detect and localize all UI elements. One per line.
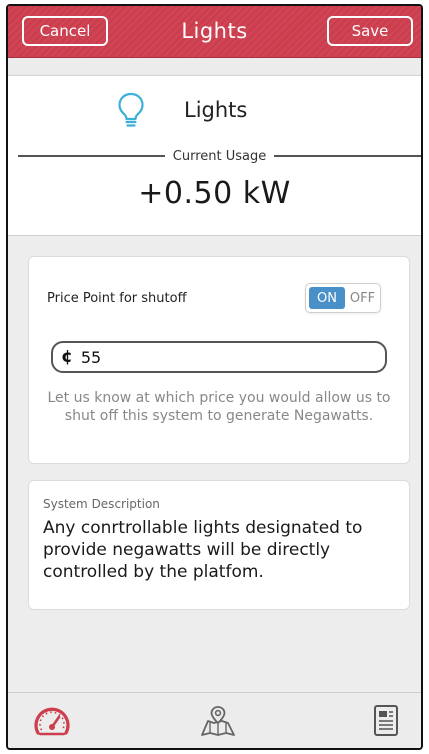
document-icon bbox=[374, 705, 398, 736]
shutoff-toggle[interactable]: ON OFF bbox=[305, 283, 381, 313]
app-frame: Cancel Lights Save Lights Current Usage … bbox=[6, 4, 423, 750]
current-usage-value: +0.50 kW bbox=[138, 176, 291, 211]
divider-rule-right bbox=[274, 155, 421, 157]
device-row: Lights bbox=[8, 90, 421, 130]
header-divider-strip bbox=[8, 58, 421, 76]
gauge-icon bbox=[34, 707, 70, 736]
device-info-panel: Lights Current Usage +0.50 kW bbox=[8, 76, 421, 236]
map-icon bbox=[201, 706, 235, 736]
lightbulb-icon bbox=[118, 92, 144, 127]
header-bar: Cancel Lights Save bbox=[8, 6, 421, 58]
price-value: 55 bbox=[80, 347, 102, 367]
tab-map[interactable] bbox=[198, 703, 238, 739]
current-usage-label: Current Usage bbox=[172, 148, 267, 164]
bottom-tab-bar bbox=[8, 692, 421, 748]
cent-symbol: ¢ bbox=[61, 347, 73, 367]
tab-documents[interactable] bbox=[366, 703, 406, 739]
price-help-text: Let us know at which price you would all… bbox=[47, 390, 391, 424]
price-point-card: Price Point for shutoff ON OFF ¢ 55 Let … bbox=[28, 256, 410, 464]
toggle-on-option[interactable]: ON bbox=[309, 287, 345, 309]
device-name: Lights bbox=[184, 98, 248, 122]
system-description-text: Any conrtrollable lights designated to p… bbox=[43, 518, 363, 582]
system-description-label: System Description bbox=[43, 497, 160, 511]
price-point-label: Price Point for shutoff bbox=[47, 291, 187, 306]
current-usage-divider: Current Usage bbox=[18, 146, 421, 166]
tab-dashboard[interactable] bbox=[32, 703, 72, 739]
divider-rule-left bbox=[18, 155, 165, 157]
system-description-card: System Description Any conrtrollable lig… bbox=[28, 480, 410, 610]
price-input[interactable]: ¢ 55 bbox=[51, 341, 387, 373]
save-button[interactable]: Save bbox=[327, 16, 413, 46]
toggle-off-option[interactable]: OFF bbox=[345, 284, 380, 312]
